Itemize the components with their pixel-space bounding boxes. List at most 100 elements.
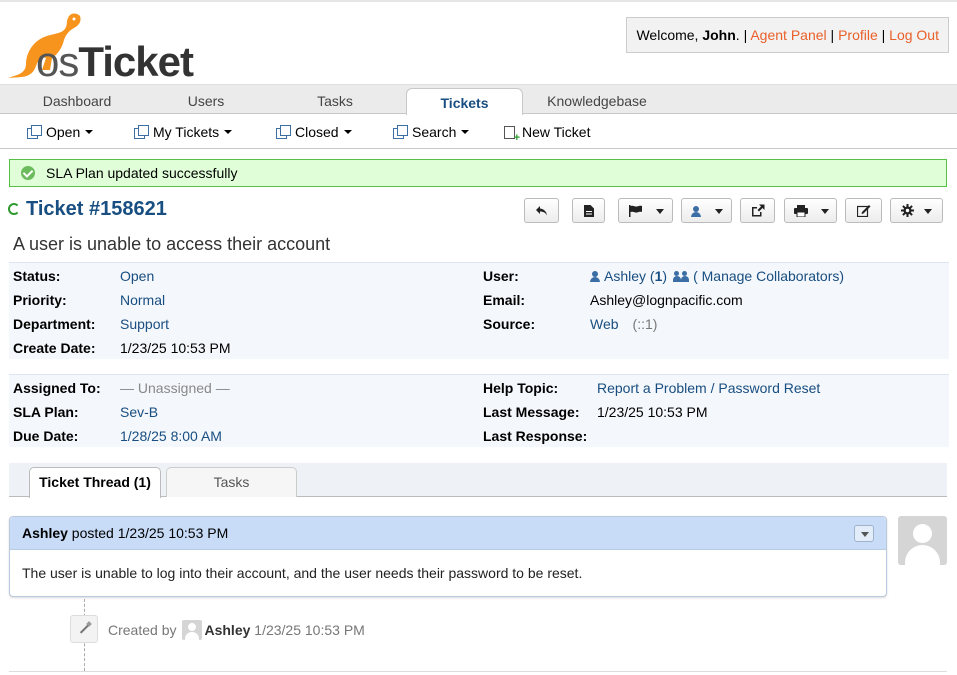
ticket-info-secondary: Assigned To: — Unassigned — SLA Plan: Se…	[9, 374, 949, 447]
subnav-search[interactable]: Search	[393, 123, 470, 143]
event-time: 1/23/25 10:53 PM	[254, 622, 365, 638]
sla-label: SLA Plan:	[13, 404, 79, 420]
transfer-button[interactable]	[740, 198, 775, 223]
avatar-body	[905, 545, 940, 565]
more-button[interactable]	[890, 198, 943, 223]
due-date-value[interactable]: 1/28/25 8:00 AM	[120, 428, 222, 444]
email-value: Ashley@lognpacific.com	[590, 292, 743, 308]
agent-panel-link[interactable]: Agent Panel	[750, 27, 826, 43]
print-button[interactable]	[784, 198, 837, 223]
separator: |	[881, 27, 886, 43]
ticket-subject: A user is unable to access their account	[13, 234, 331, 254]
collaborators-icon	[673, 271, 690, 282]
user-count-close: )	[662, 268, 668, 284]
subnav-closed[interactable]: Closed	[276, 123, 352, 143]
sub-nav: Open My Tickets Closed Search New Ticket	[0, 115, 957, 149]
source-label: Source:	[483, 316, 536, 332]
profile-link[interactable]: Profile	[838, 27, 878, 43]
source-value: Web (::1)	[590, 316, 657, 332]
copy-icon	[27, 125, 42, 139]
tab-dashboard[interactable]: Dashboard	[0, 85, 154, 115]
entry-options-dropdown[interactable]	[854, 525, 874, 542]
thread-entry-header: Ashley posted 1/23/25 10:53 PM	[10, 517, 886, 550]
user-value: Ashley (1)( Manage Collaborators)	[590, 268, 844, 284]
header: osTicket Welcome, John. | Agent Panel | …	[0, 0, 957, 85]
flag-button[interactable]	[618, 198, 673, 223]
email-label: Email:	[483, 292, 526, 308]
alert-message: SLA Plan updated successfully	[46, 165, 238, 181]
logo-wordmark: osTicket	[36, 38, 194, 86]
caret-down-icon	[461, 130, 470, 134]
entry-posted: posted 1/23/25 10:53 PM	[67, 525, 229, 541]
success-alert: SLA Plan updated successfully	[9, 159, 947, 187]
create-date-label: Create Date:	[13, 340, 96, 356]
priority-label: Priority:	[13, 292, 67, 308]
thread-tabs: Ticket Thread (1) Tasks	[9, 463, 947, 498]
last-message-label: Last Message:	[483, 404, 580, 420]
subnav-my-tickets[interactable]: My Tickets	[134, 123, 233, 143]
separator: |	[830, 27, 835, 43]
subnav-open[interactable]: Open	[27, 123, 94, 143]
user-name-link[interactable]: Ashley	[604, 268, 646, 284]
avatar-head	[913, 524, 932, 543]
user-icon	[590, 271, 600, 282]
ticket-number: Ticket #158621	[26, 198, 167, 220]
post-note-button[interactable]	[572, 198, 605, 223]
ticket-title[interactable]: Ticket #158621	[8, 197, 167, 221]
assigned-value[interactable]: — Unassigned —	[120, 380, 230, 396]
logo-os: os	[36, 38, 79, 85]
assign-button[interactable]	[681, 198, 732, 223]
new-ticket-icon	[504, 126, 520, 143]
tab-thread-tasks[interactable]: Tasks	[166, 467, 297, 497]
refresh-icon	[8, 203, 20, 215]
subnav-my-tickets-label: My Tickets	[153, 124, 220, 140]
edit-button[interactable]	[845, 198, 882, 223]
tab-tasks[interactable]: Tasks	[258, 85, 412, 115]
check-circle-icon	[21, 166, 35, 180]
subnav-new-ticket[interactable]: New Ticket	[504, 123, 590, 143]
manage-collaborators-link[interactable]: ( Manage Collaborators)	[693, 268, 844, 284]
subnav-open-label: Open	[46, 124, 81, 140]
copy-icon	[393, 125, 408, 139]
avatar	[898, 516, 947, 565]
entry-author: Ashley	[22, 525, 68, 541]
logout-link[interactable]: Log Out	[889, 27, 939, 43]
tab-ticket-thread[interactable]: Ticket Thread (1)	[29, 467, 161, 498]
due-date-label: Due Date:	[13, 428, 79, 444]
source-ip: (::1)	[632, 316, 658, 332]
gear-icon	[901, 204, 914, 217]
welcome-user: John	[702, 27, 736, 43]
main-nav: Dashboard Users Tasks Tickets Knowledgeb…	[0, 84, 957, 116]
ticket-info-primary: Status: Open Priority: Normal Department…	[9, 262, 949, 359]
create-date-value: 1/23/25 10:53 PM	[120, 340, 231, 356]
sla-value[interactable]: Sev-B	[120, 404, 158, 420]
caret-down-icon	[821, 209, 829, 214]
status-label: Status:	[13, 268, 61, 284]
last-response-label: Last Response:	[483, 428, 588, 444]
assigned-label: Assigned To:	[13, 380, 101, 396]
magic-wand-icon	[70, 615, 98, 643]
print-icon	[794, 205, 808, 217]
help-topic-value[interactable]: Report a Problem / Password Reset	[597, 380, 820, 396]
tab-users[interactable]: Users	[154, 85, 258, 115]
osticket-logo[interactable]: osTicket	[6, 10, 211, 85]
priority-value[interactable]: Normal	[120, 292, 165, 308]
thread-entry: Ashley posted 1/23/25 10:53 PM The user …	[9, 516, 887, 597]
tab-tickets[interactable]: Tickets	[406, 88, 523, 116]
subnav-search-label: Search	[412, 124, 457, 140]
caret-down-icon	[924, 209, 932, 214]
caret-down-icon	[343, 130, 352, 134]
reply-button[interactable]	[524, 198, 559, 223]
tab-knowledgebase[interactable]: Knowledgebase	[523, 85, 671, 115]
assign-icon	[691, 206, 701, 217]
department-value[interactable]: Support	[120, 316, 169, 332]
flag-icon	[629, 205, 642, 217]
status-value[interactable]: Open	[120, 268, 154, 284]
department-label: Department:	[13, 316, 96, 332]
welcome-panel: Welcome, John. | Agent Panel | Profile |…	[626, 17, 949, 53]
event-author: Ashley	[204, 622, 251, 638]
subnav-new-ticket-label: New Ticket	[522, 124, 591, 140]
caret-down-icon	[224, 130, 233, 134]
source-link[interactable]: Web	[590, 316, 619, 332]
reply-icon	[536, 206, 547, 216]
